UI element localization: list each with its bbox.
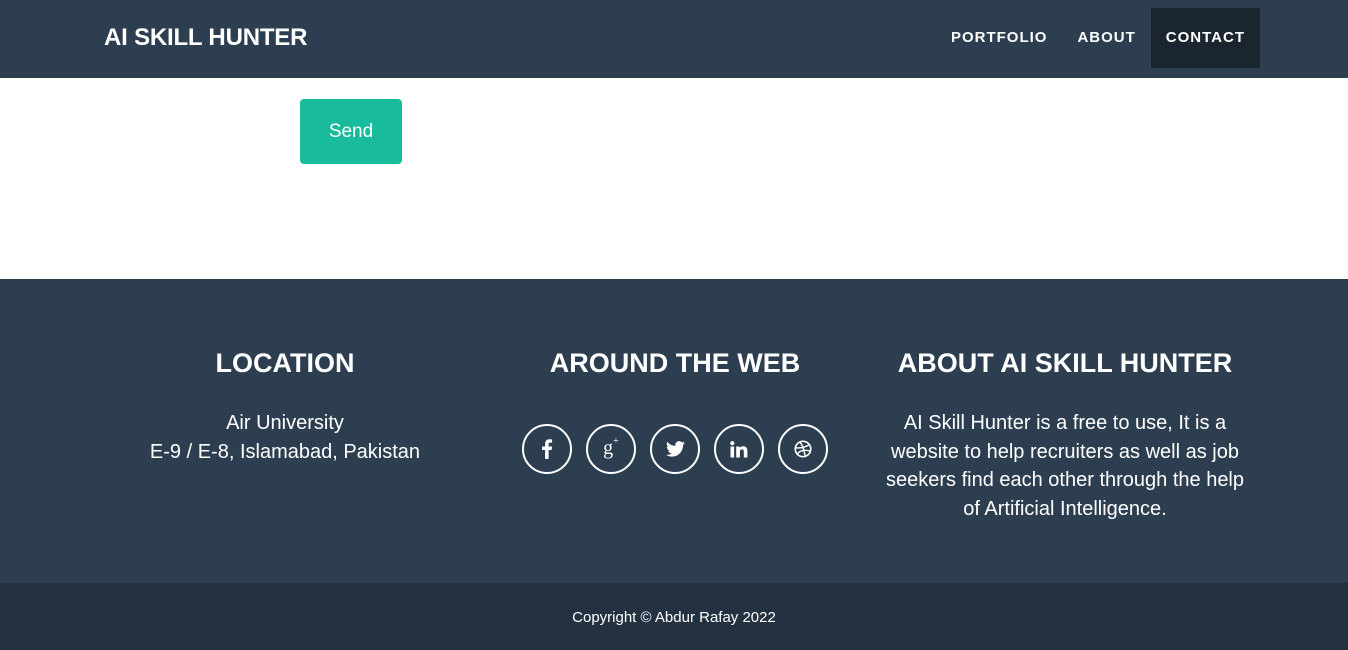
location-heading: LOCATION	[215, 348, 355, 378]
nav-menu: PORTFOLIO ABOUT CONTACT	[936, 8, 1260, 68]
nav-item-about[interactable]: ABOUT	[1062, 8, 1150, 68]
facebook-icon	[542, 439, 553, 459]
google-plus-icon: g+	[603, 436, 619, 459]
dribbble-icon	[794, 440, 812, 458]
twitter-link[interactable]	[650, 424, 700, 474]
google-plus-link[interactable]: g+	[586, 424, 636, 474]
address-line-2: E-9 / E-8, Islamabad, Pakistan	[149, 440, 421, 463]
about-text: AI Skill Hunter is a free to use, It is …	[885, 412, 1245, 520]
copyright-bar: Copyright © Abdur Rafay 2022	[0, 583, 1348, 650]
social-links: g+	[500, 424, 850, 474]
dribbble-link[interactable]	[778, 424, 828, 474]
copyright-text: Copyright © Abdur Rafay 2022	[572, 609, 776, 626]
footer: LOCATION Air University E-9 / E-8, Islam…	[0, 279, 1348, 583]
address-line-1: Air University	[226, 412, 344, 434]
brand-link[interactable]: AI SKILL HUNTER	[104, 0, 307, 78]
around-the-web-heading: AROUND THE WEB	[549, 348, 801, 378]
location-address: Air University E-9 / E-8, Islamabad, Pak…	[110, 409, 460, 466]
navbar: AI SKILL HUNTER PORTFOLIO ABOUT CONTACT	[0, 0, 1348, 78]
linkedin-link[interactable]	[714, 424, 764, 474]
nav-item-portfolio[interactable]: PORTFOLIO	[936, 8, 1063, 68]
nav-item-contact[interactable]: CONTACT	[1150, 8, 1260, 68]
linkedin-icon	[730, 440, 748, 457]
send-button[interactable]: Send	[300, 99, 402, 164]
about-heading: ABOUT AI SKILL HUNTER	[897, 348, 1233, 378]
facebook-link[interactable]	[522, 424, 572, 474]
twitter-icon	[665, 441, 685, 457]
